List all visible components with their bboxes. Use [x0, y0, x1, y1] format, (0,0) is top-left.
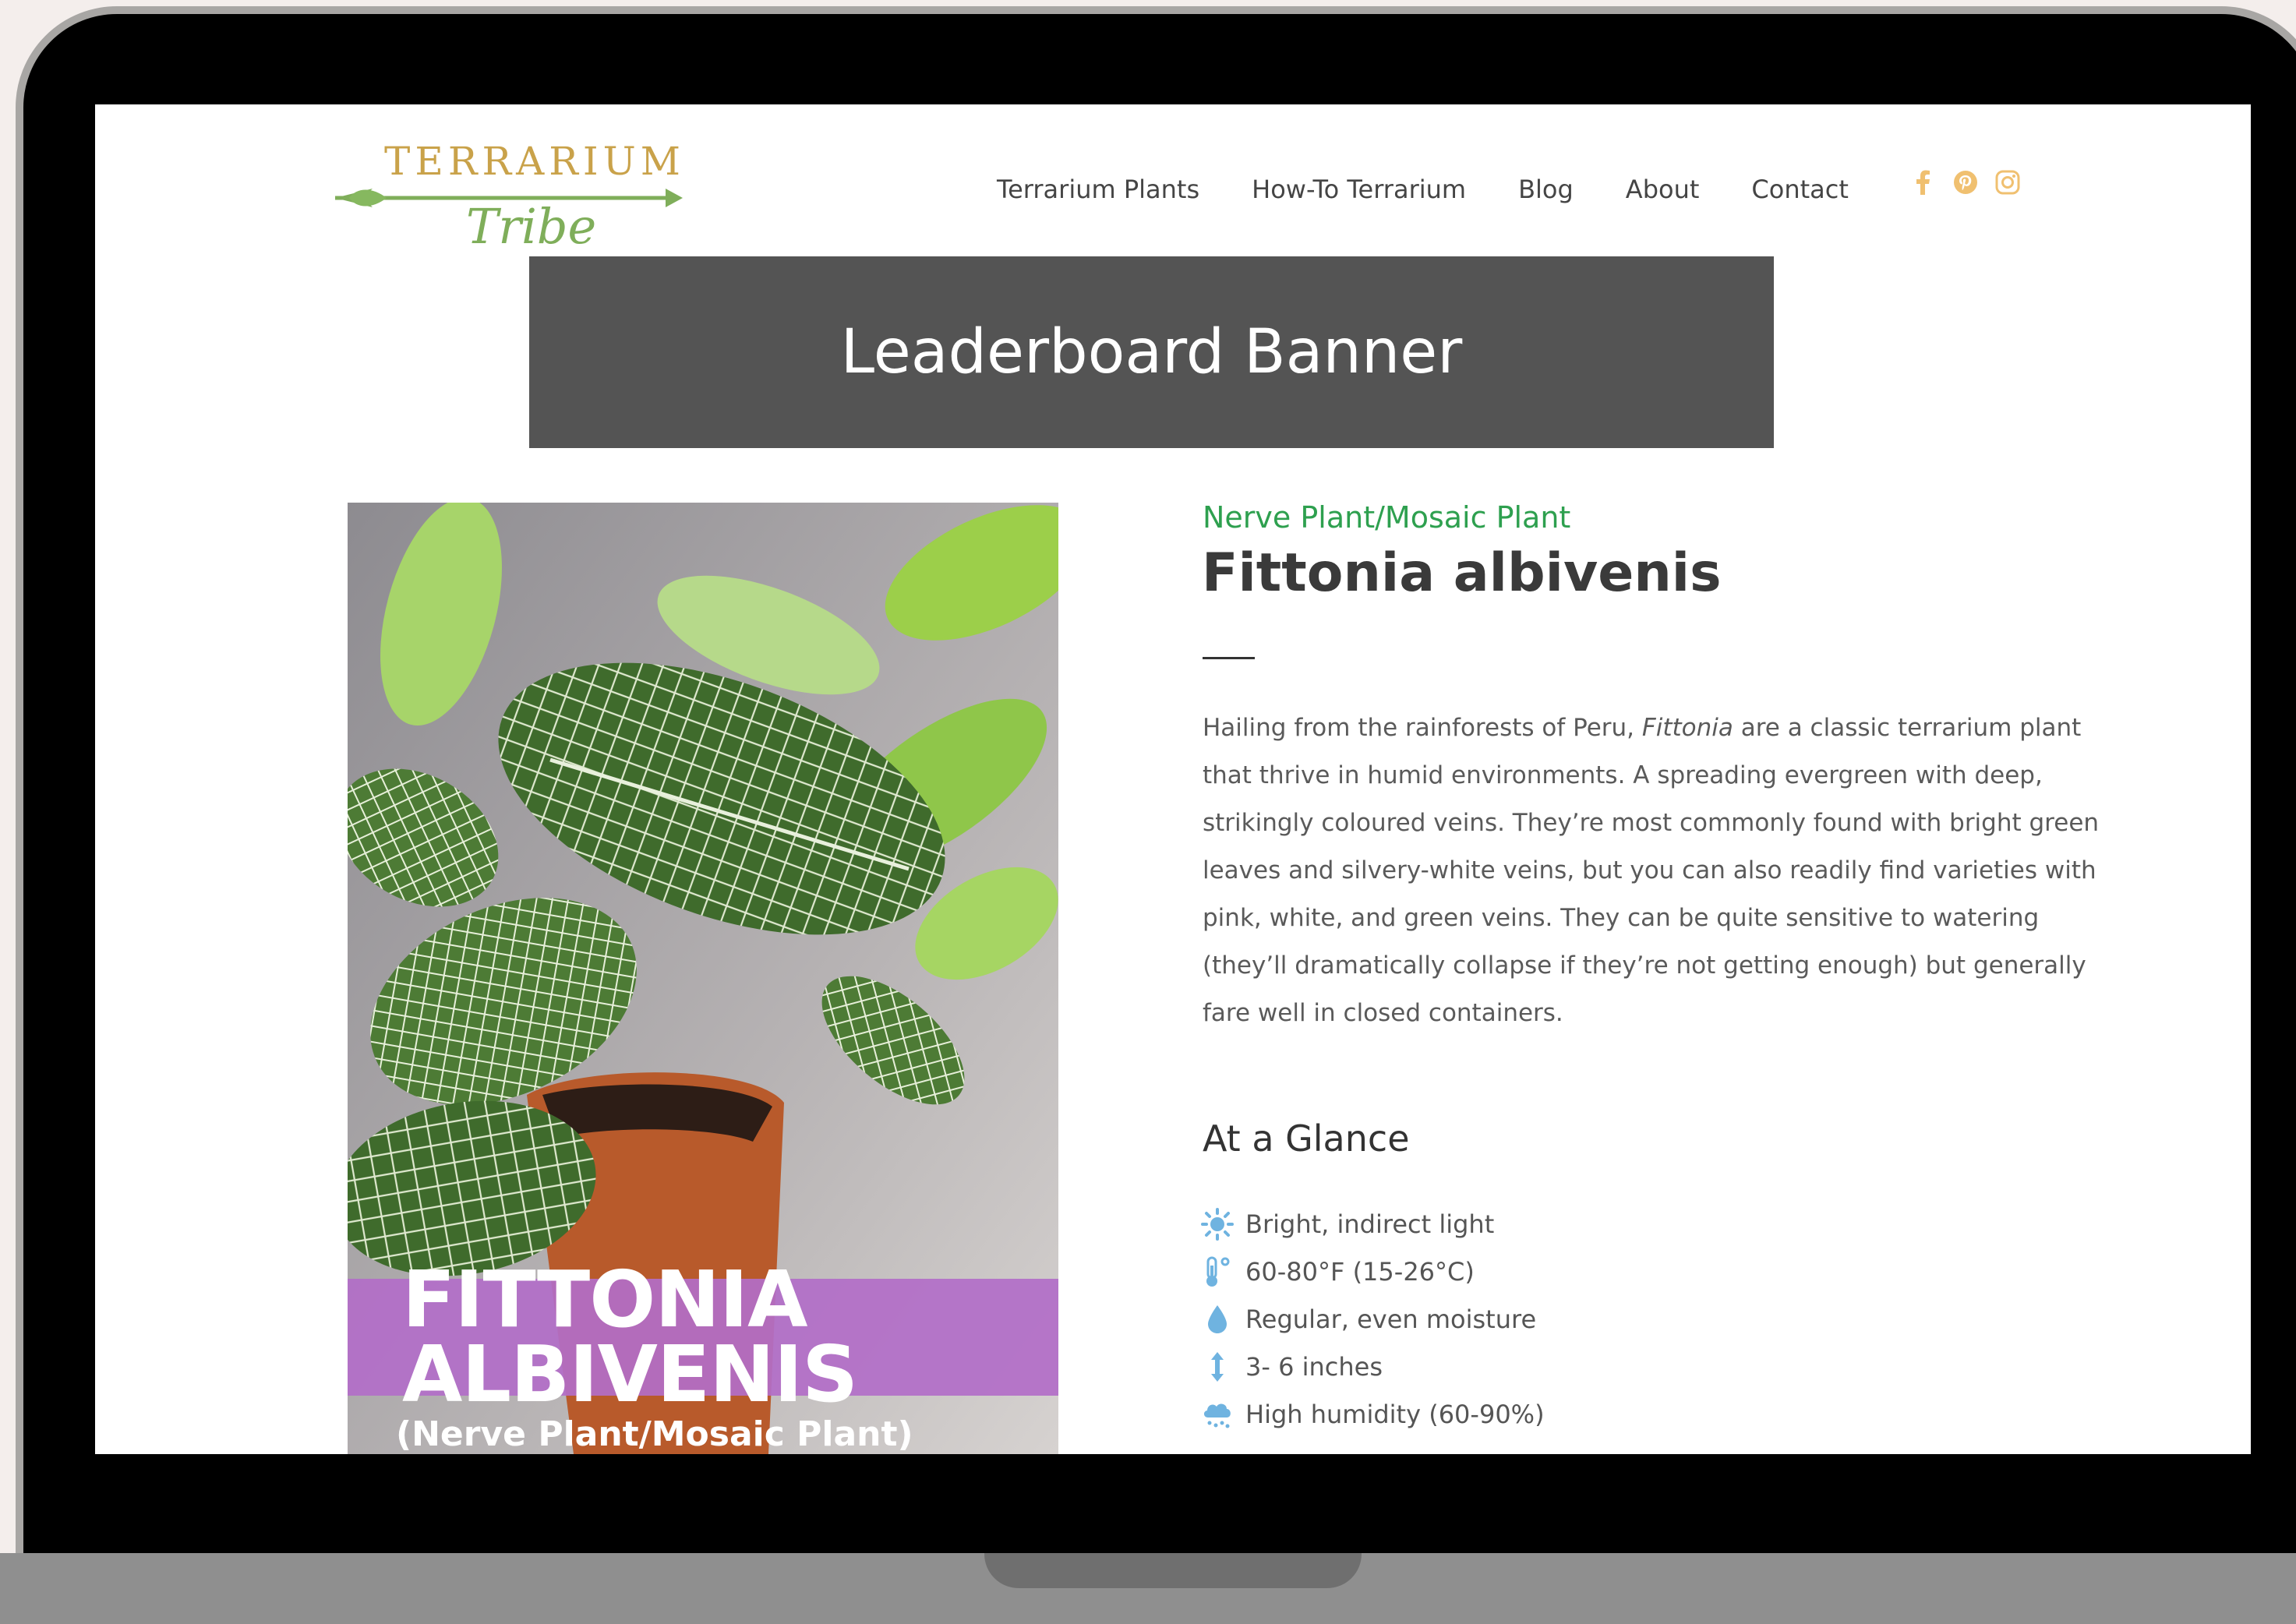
- nav-blog[interactable]: Blog: [1518, 175, 1574, 204]
- pinterest-icon[interactable]: [1953, 170, 1978, 195]
- description-text-end: are a classic terrarium plant that thriv…: [1203, 714, 2100, 1027]
- photo-title: FITTONIA ALBIVENIS: [402, 1254, 858, 1420]
- logo-bottom-text: Tribe: [466, 198, 596, 255]
- plant-scientific-name: Fittonia albivenis: [1202, 542, 1722, 604]
- at-a-glance-list: Bright, indirect light 60-80°F (15-26°C)…: [1200, 1200, 1545, 1438]
- browser-screen: TERRARIUM Tribe Terrarium Plants How-To …: [95, 104, 2251, 1454]
- thermometer-icon: [1206, 1256, 1230, 1287]
- glance-item-humidity: High humidity (60-90%): [1200, 1390, 1545, 1438]
- glance-text-humidity: High humidity (60-90%): [1245, 1399, 1545, 1429]
- photo-title-line2: ALBIVENIS: [402, 1329, 858, 1420]
- title-divider: [1203, 657, 1255, 659]
- main-nav: Terrarium Plants How-To Terrarium Blog A…: [997, 175, 1901, 204]
- height-arrow-icon: [1211, 1351, 1224, 1382]
- nav-contact[interactable]: Contact: [1751, 175, 1849, 204]
- laptop-notch: [984, 1553, 1362, 1588]
- plant-common-name: Nerve Plant/Mosaic Plant: [1203, 500, 1571, 535]
- logo-top-text: TERRARIUM: [384, 139, 685, 184]
- plant-photo: FITTONIA ALBIVENIS (Nerve Plant/Mosaic P…: [348, 503, 1058, 1454]
- photo-title-line1: FITTONIA: [402, 1254, 808, 1345]
- glance-item-height: 3- 6 inches: [1200, 1343, 1545, 1390]
- glance-text-light: Bright, indirect light: [1245, 1209, 1495, 1239]
- nav-how-to-terrarium[interactable]: How-To Terrarium: [1252, 175, 1466, 204]
- site-logo[interactable]: TERRARIUM Tribe: [326, 126, 692, 259]
- at-a-glance-heading: At a Glance: [1203, 1117, 1410, 1160]
- rain-cloud-icon: [1203, 1403, 1231, 1428]
- facebook-icon[interactable]: [1911, 170, 1936, 195]
- glance-item-water: Regular, even moisture: [1200, 1295, 1545, 1343]
- social-links: [1911, 170, 2020, 195]
- plant-description: Hailing from the rainforests of Peru, Fi…: [1203, 704, 2107, 1037]
- nav-terrarium-plants[interactable]: Terrarium Plants: [997, 175, 1199, 204]
- leaderboard-banner[interactable]: Leaderboard Banner: [529, 256, 1774, 448]
- description-italic-genus: Fittonia: [1641, 714, 1733, 742]
- banner-label: Leaderboard Banner: [840, 317, 1463, 387]
- glance-text-water: Regular, even moisture: [1245, 1304, 1537, 1334]
- glance-text-height: 3- 6 inches: [1245, 1351, 1383, 1382]
- sun-icon: [1201, 1207, 1234, 1241]
- nav-about[interactable]: About: [1626, 175, 1700, 204]
- glance-item-light: Bright, indirect light: [1200, 1200, 1545, 1248]
- water-drop-icon: [1208, 1304, 1227, 1333]
- photo-subtitle: (Nerve Plant/Mosaic Plant): [396, 1414, 913, 1454]
- glance-item-temperature: 60-80°F (15-26°C): [1200, 1248, 1545, 1295]
- description-text-start: Hailing from the rainforests of Peru,: [1203, 714, 1642, 742]
- glance-text-temperature: 60-80°F (15-26°C): [1245, 1256, 1475, 1287]
- instagram-icon[interactable]: [1995, 170, 2020, 195]
